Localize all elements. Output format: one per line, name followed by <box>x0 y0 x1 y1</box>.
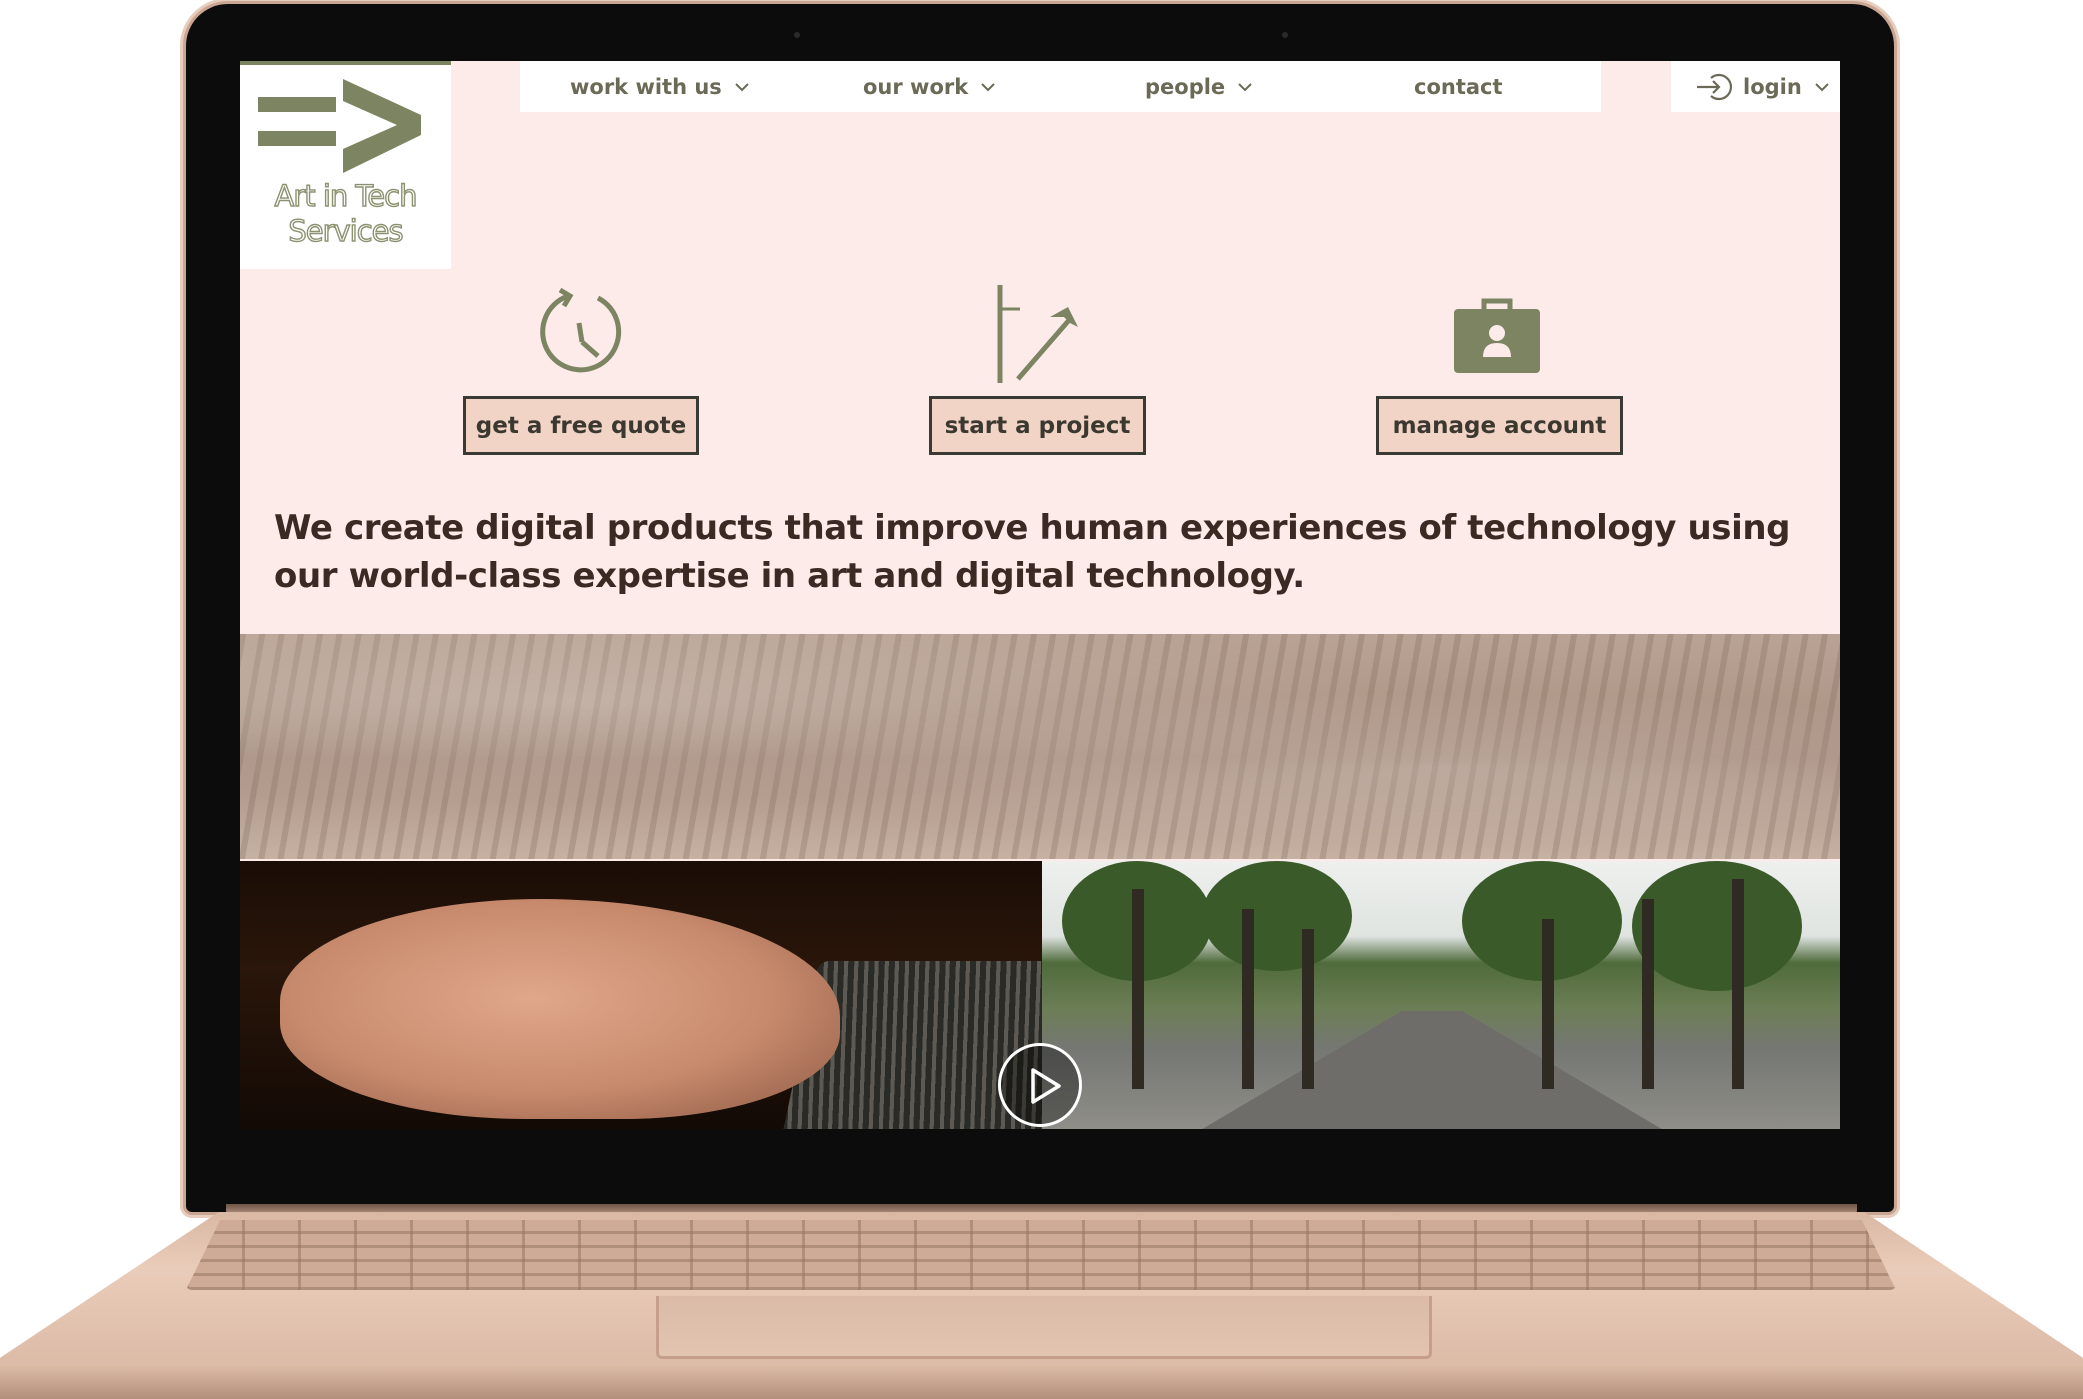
site-logo[interactable]: Art in Tech Services <box>240 61 451 269</box>
nav-our-work-label: our work <box>863 74 969 99</box>
start-project-button[interactable]: start a project <box>929 396 1146 455</box>
tools-icon <box>997 285 1078 383</box>
typing-hands-image <box>280 899 840 1119</box>
tree-trunk <box>1302 929 1314 1089</box>
nav-contact[interactable]: contact <box>1414 61 1503 112</box>
play-icon <box>1031 1068 1061 1104</box>
tree-trunk <box>1242 909 1254 1089</box>
chevron-down-icon <box>981 82 995 91</box>
tree-trunk <box>1732 879 1744 1089</box>
nav-work-with-us[interactable]: work with us <box>570 61 750 112</box>
get-free-quote-button[interactable]: get a free quote <box>463 396 699 455</box>
briefcase-user-icon <box>1454 298 1540 373</box>
logo-text: Art in Tech Services <box>240 178 451 249</box>
play-video-button[interactable] <box>998 1043 1082 1127</box>
login-icon <box>1697 73 1733 100</box>
logo-text-line1: Art in Tech <box>274 178 418 213</box>
chevron-down-icon <box>1815 82 1829 91</box>
hero-tagline: We create digital products that improve … <box>274 508 1791 596</box>
nav-work-with-us-label: work with us <box>570 74 722 99</box>
login-label: login <box>1743 74 1802 99</box>
manage-account-button[interactable]: manage account <box>1376 396 1623 455</box>
logo-arrow-icon <box>343 79 421 173</box>
logo-bar-bottom <box>258 131 336 146</box>
tree-trunk <box>1542 919 1554 1089</box>
camera-dot <box>1282 32 1288 38</box>
park-path-image <box>1182 1011 1682 1129</box>
nav-our-work[interactable]: our work <box>863 61 996 112</box>
laptop-trackpad <box>656 1296 1432 1359</box>
nav-contact-label: contact <box>1414 74 1503 99</box>
logo-text-line2: Services <box>288 213 405 248</box>
nav-people[interactable]: people <box>1145 61 1253 112</box>
nav-people-label: people <box>1145 74 1226 99</box>
laptop-keyboard <box>186 1220 1896 1290</box>
chevron-down-icon <box>1238 82 1252 91</box>
website-screen: Art in Tech Services work with us our wo… <box>240 61 1840 1129</box>
video-thumbnail-park[interactable] <box>1042 861 1840 1129</box>
clock-icon <box>540 287 622 373</box>
chevron-down-icon <box>735 82 749 91</box>
tree-trunk <box>1642 899 1654 1089</box>
logo-bar-top <box>258 97 336 112</box>
tree-trunk <box>1132 889 1144 1089</box>
login-button[interactable]: login <box>1695 61 1830 112</box>
main-navigation: work with us our work people contact <box>520 61 1601 112</box>
camera-dot <box>794 32 800 38</box>
hero-banner-image <box>240 634 1840 859</box>
tree-canopy <box>1202 861 1352 971</box>
login-menu[interactable]: login <box>1671 61 1840 112</box>
tree-canopy <box>1632 861 1802 991</box>
video-thumbnail-typing[interactable] <box>240 861 1042 1129</box>
